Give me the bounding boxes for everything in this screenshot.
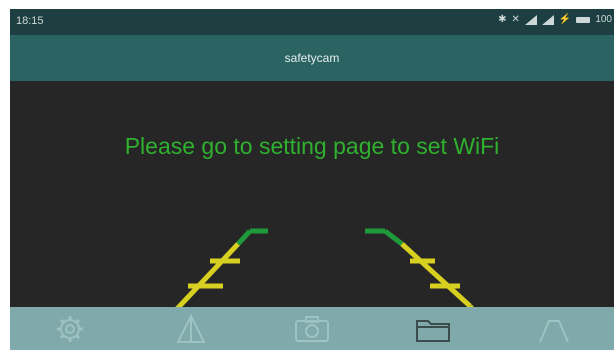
right-guide-mid <box>400 242 472 308</box>
settings-button[interactable] <box>40 307 100 350</box>
parking-mode-button[interactable] <box>524 307 584 350</box>
app-title: safetycam <box>284 51 340 65</box>
guide-lines-button[interactable] <box>161 307 221 350</box>
capture-button[interactable] <box>282 307 342 350</box>
left-guide-mid <box>173 242 240 313</box>
signal-icon <box>524 14 537 25</box>
battery-level: 100 <box>595 14 612 25</box>
wifi-setup-message: Please go to setting page to set WiFi <box>124 133 500 159</box>
status-time: 18:15 <box>16 15 44 27</box>
gallery-button[interactable] <box>403 307 463 350</box>
bottom-toolbar <box>10 307 614 350</box>
mute-icon: ✕ <box>511 14 520 25</box>
right-guide-far <box>383 229 404 246</box>
gear-icon <box>57 315 84 342</box>
camera-icon <box>294 315 329 342</box>
battery-icon <box>576 16 591 23</box>
signal-icon-2 <box>541 14 554 25</box>
phone-screen: 18:15 ✱ ✕ ⚡ 100 safetycam Please go to s… <box>10 9 614 350</box>
parking-guide-icon <box>538 319 569 342</box>
app-bar: safetycam <box>10 35 614 81</box>
status-bar: 18:15 ✱ ✕ ⚡ 100 <box>10 9 614 35</box>
charging-icon: ⚡ <box>558 14 572 25</box>
status-icons: ✱ ✕ ⚡ 100 <box>498 14 612 25</box>
folder-icon <box>415 319 450 342</box>
left-guide-far <box>236 229 252 246</box>
road-perspective-icon <box>176 313 206 343</box>
bluetooth-icon: ✱ <box>498 14 507 25</box>
